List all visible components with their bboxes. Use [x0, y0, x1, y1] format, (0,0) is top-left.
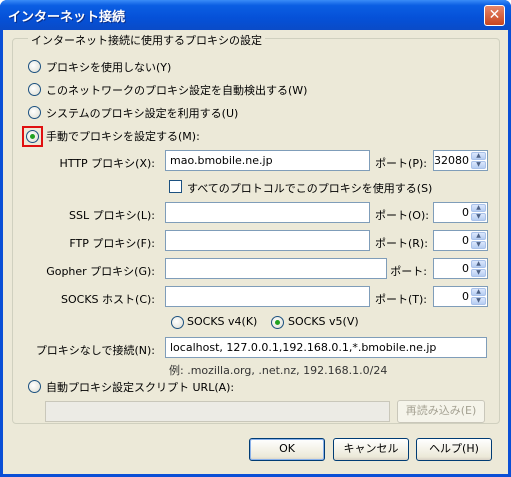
radio-no-proxy[interactable]: [28, 60, 41, 73]
radio-pac-url-label: 自動プロキシ設定スクリプト URL(A):: [46, 381, 235, 394]
ssl-proxy-label: SSL プロキシ(L):: [68, 209, 155, 222]
socks-port-spinner[interactable]: 0 ▲ ▼: [433, 286, 488, 307]
ssl-port-value: 0: [462, 206, 469, 219]
spin-down-icon[interactable]: ▼: [471, 213, 486, 221]
use-for-all-checkbox[interactable]: [169, 180, 182, 193]
ssl-port-spinner[interactable]: 0 ▲ ▼: [433, 202, 488, 223]
radio-system-proxy[interactable]: [28, 106, 41, 119]
dialog-body: インターネット接続に使用するプロキシの設定 プロキシを使用しない(Y) このネッ…: [3, 30, 508, 474]
ftp-port-value: 0: [462, 234, 469, 247]
radio-socks-v5[interactable]: [271, 316, 284, 329]
ftp-port-label: ポート(R):: [375, 237, 428, 250]
radio-socks-v4[interactable]: [171, 316, 184, 329]
spin-up-icon[interactable]: ▲: [471, 204, 486, 212]
radio-no-proxy-label: プロキシを使用しない(Y): [46, 61, 172, 74]
ftp-proxy-input[interactable]: [165, 230, 370, 251]
socks-host-label: SOCKS ホスト(C):: [61, 293, 155, 306]
help-button[interactable]: ヘルプ(H): [416, 438, 492, 461]
socks-port-value: 0: [462, 290, 469, 303]
spin-down-icon[interactable]: ▼: [471, 161, 486, 169]
http-port-value: 32080: [434, 154, 469, 167]
use-for-all-label: すべてのプロトコルでこのプロキシを使用する(S): [187, 182, 433, 195]
dialog-window: インターネット接続 ✕ インターネット接続に使用するプロキシの設定 プロキシを使…: [0, 0, 511, 477]
radio-auto-detect-label: このネットワークのプロキシ設定を自動検出する(W): [46, 84, 308, 97]
radio-auto-detect[interactable]: [28, 83, 41, 96]
gopher-port-value: 0: [462, 262, 469, 275]
no-proxy-example: 例: .mozilla.org, .net.nz, 192.168.1.0/24: [169, 364, 388, 377]
gopher-port-label: ポート:: [390, 265, 427, 278]
close-button[interactable]: ✕: [484, 5, 505, 26]
close-icon: ✕: [488, 7, 501, 23]
cancel-button[interactable]: キャンセル: [333, 438, 409, 461]
radio-socks-v4-label: SOCKS v4(K): [187, 315, 258, 328]
http-port-label: ポート(P):: [375, 157, 427, 170]
ok-button[interactable]: OK: [249, 438, 325, 461]
socks-port-label: ポート(T):: [375, 293, 428, 306]
gopher-proxy-input[interactable]: [165, 258, 387, 279]
spin-up-icon[interactable]: ▲: [471, 152, 486, 160]
socks-host-input[interactable]: [165, 286, 370, 307]
http-proxy-input[interactable]: mao.bmobile.ne.jp: [165, 150, 370, 171]
radio-manual-proxy[interactable]: [26, 130, 39, 143]
pac-url-input[interactable]: [45, 401, 390, 422]
ftp-proxy-label: FTP プロキシ(F):: [69, 237, 155, 250]
ftp-port-spinner[interactable]: 0 ▲ ▼: [433, 230, 488, 251]
ssl-proxy-input[interactable]: [165, 202, 370, 223]
spin-up-icon[interactable]: ▲: [471, 288, 486, 296]
http-port-spinner[interactable]: 32080 ▲ ▼: [433, 150, 488, 171]
ssl-port-label: ポート(O):: [375, 209, 429, 222]
reload-button[interactable]: 再読み込み(E): [397, 400, 485, 423]
spin-down-icon[interactable]: ▼: [471, 241, 486, 249]
spin-up-icon[interactable]: ▲: [471, 232, 486, 240]
group-label: インターネット接続に使用するプロキシの設定: [28, 32, 265, 48]
no-proxy-for-label: プロキシなしで接続(N):: [35, 344, 155, 357]
window-title: インターネット接続: [8, 10, 126, 25]
radio-system-proxy-label: システムのプロキシ設定を利用する(U): [46, 107, 239, 120]
radio-pac-url[interactable]: [28, 380, 41, 393]
gopher-port-spinner[interactable]: 0 ▲ ▼: [433, 258, 488, 279]
radio-manual-proxy-label: 手動でプロキシを設定する(M):: [46, 130, 200, 143]
spin-down-icon[interactable]: ▼: [471, 269, 486, 277]
gopher-proxy-label: Gopher プロキシ(G):: [46, 265, 155, 278]
spin-down-icon[interactable]: ▼: [471, 297, 486, 305]
spin-up-icon[interactable]: ▲: [471, 260, 486, 268]
radio-socks-v5-label: SOCKS v5(V): [288, 315, 359, 328]
title-bar[interactable]: インターネット接続 ✕: [0, 0, 511, 30]
no-proxy-for-input[interactable]: localhost, 127.0.0.1,192.168.0.1,*.bmobi…: [165, 337, 487, 358]
http-proxy-label: HTTP プロキシ(X):: [59, 157, 155, 170]
